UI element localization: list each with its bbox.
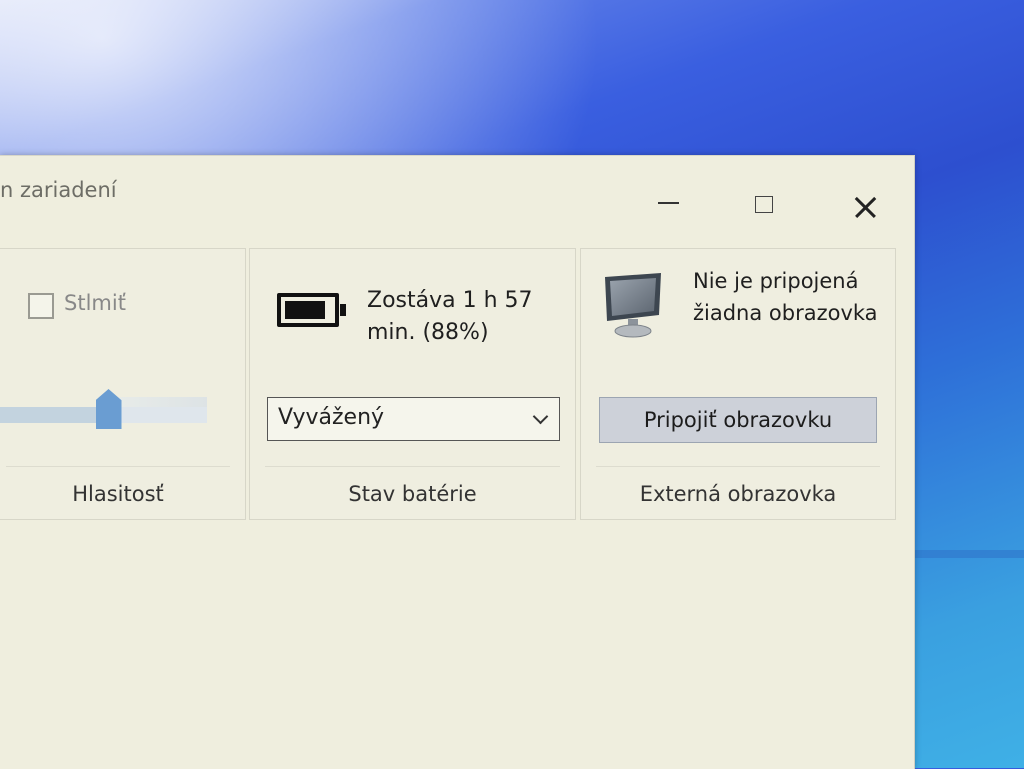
maximize-icon[interactable] — [745, 180, 785, 213]
mobility-center-window: n zariadení Stlmiť Hlasitosť Zostáva 1 h… — [0, 155, 915, 769]
display-tile: Nie je pripojená žiadna obrazovka Pripoj… — [580, 248, 896, 520]
battery-icon — [277, 293, 346, 327]
volume-tile: Stlmiť Hlasitosť — [0, 248, 246, 520]
battery-level — [285, 301, 325, 319]
power-plan-dropdown[interactable]: Vyvážený — [267, 397, 560, 441]
battery-tile: Zostáva 1 h 57 min. (88%) Vyvážený Stav … — [249, 248, 576, 520]
battery-nub — [340, 304, 346, 316]
window-title: n zariadení — [0, 178, 117, 202]
mute-checkbox[interactable] — [28, 293, 54, 319]
volume-slider[interactable] — [0, 389, 207, 429]
display-footer: Externá obrazovka — [596, 466, 880, 520]
connect-display-button[interactable]: Pripojiť obrazovku — [599, 397, 877, 443]
chevron-down-icon — [532, 408, 549, 425]
minimize-icon[interactable] — [648, 180, 688, 210]
slider-fill — [0, 407, 109, 423]
close-icon[interactable] — [846, 180, 886, 210]
title-bar[interactable]: n zariadení — [0, 156, 914, 216]
volume-footer: Hlasitosť — [6, 466, 230, 520]
mute-label: Stlmiť — [64, 291, 126, 315]
battery-status-text: Zostáva 1 h 57 min. (88%) — [367, 288, 533, 345]
desktop-taskbar-edge — [912, 550, 1024, 558]
display-status-text: Nie je pripojená žiadna obrazovka — [693, 269, 878, 325]
monitor-icon — [605, 273, 661, 338]
battery-footer: Stav batérie — [265, 466, 560, 520]
power-plan-value: Vyvážený — [278, 405, 385, 430]
slider-thumb[interactable] — [95, 389, 122, 429]
